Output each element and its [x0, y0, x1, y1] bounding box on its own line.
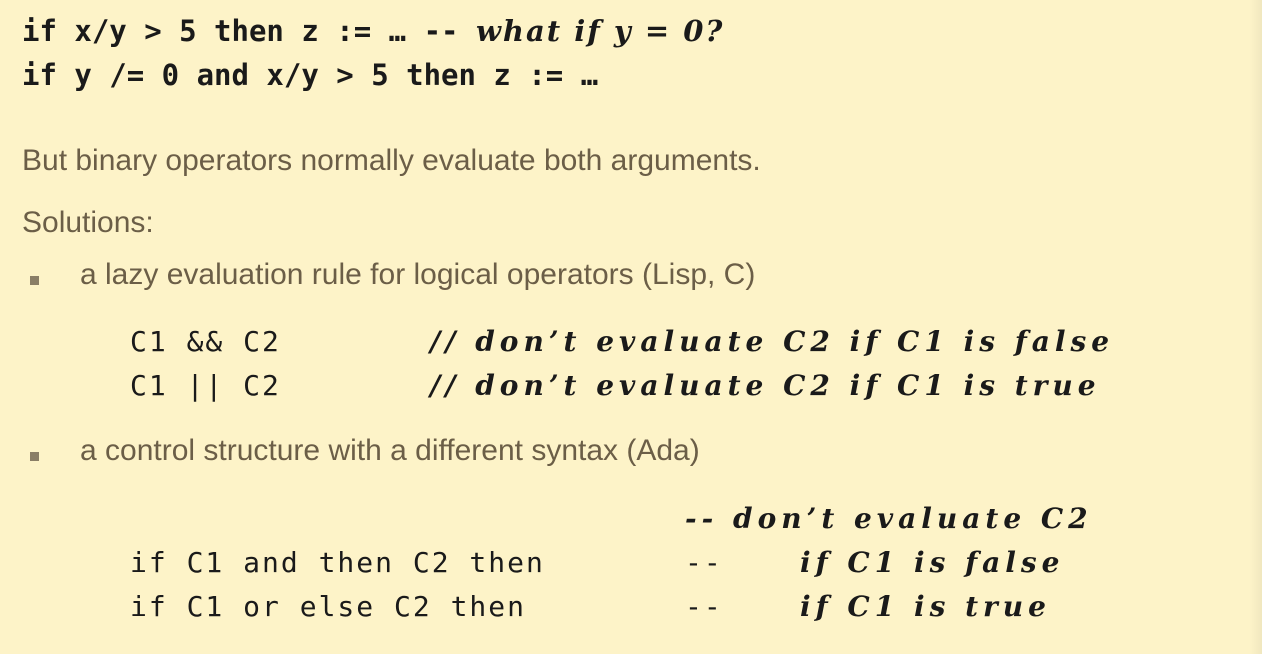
ada-comment-2: if C1 is true: [800, 590, 1051, 623]
ada-code-line-1: if C1 and then C2 then: [130, 546, 545, 579]
lazy-comment-2: // don’t evaluate C2 if C1 is true: [430, 369, 1101, 402]
code-text: if x/y > 5 then z := … --: [22, 14, 476, 48]
lazy-comment-1: // don’t evaluate C2 if C1 is false: [430, 325, 1115, 358]
solutions-heading: Solutions:: [22, 206, 154, 239]
code-text: C1 && C2: [130, 325, 281, 358]
ada-comment-1: if C1 is false: [800, 546, 1065, 579]
code-text: C1 || C2: [130, 369, 281, 402]
bullet-marker: [30, 452, 39, 461]
code-line-2: if y /= 0 and x/y > 5 then z := …: [22, 58, 598, 92]
code-comment: what if y = 0?: [475, 14, 725, 48]
bullet-item-2: a control structure with a different syn…: [80, 434, 700, 467]
lazy-code-line-2: C1 || C2: [130, 369, 281, 402]
ada-dash-2: --: [685, 590, 723, 623]
ada-dash-1: --: [685, 546, 723, 579]
note-text: But binary operators normally evaluate b…: [22, 144, 761, 177]
bullet-item-1: a lazy evaluation rule for logical opera…: [80, 258, 756, 291]
code-line-1: if x/y > 5 then z := … -- what if y = 0?: [22, 14, 724, 48]
ada-comment-head: -- don’t evaluate C2: [685, 502, 1093, 535]
ada-code-line-2: if C1 or else C2 then: [130, 590, 527, 623]
bullet-marker: [30, 276, 39, 285]
code-text: if y /= 0 and x/y > 5 then z := …: [22, 58, 599, 92]
lazy-code-line-1: C1 && C2: [130, 325, 281, 358]
page-edge: [1250, 0, 1262, 654]
